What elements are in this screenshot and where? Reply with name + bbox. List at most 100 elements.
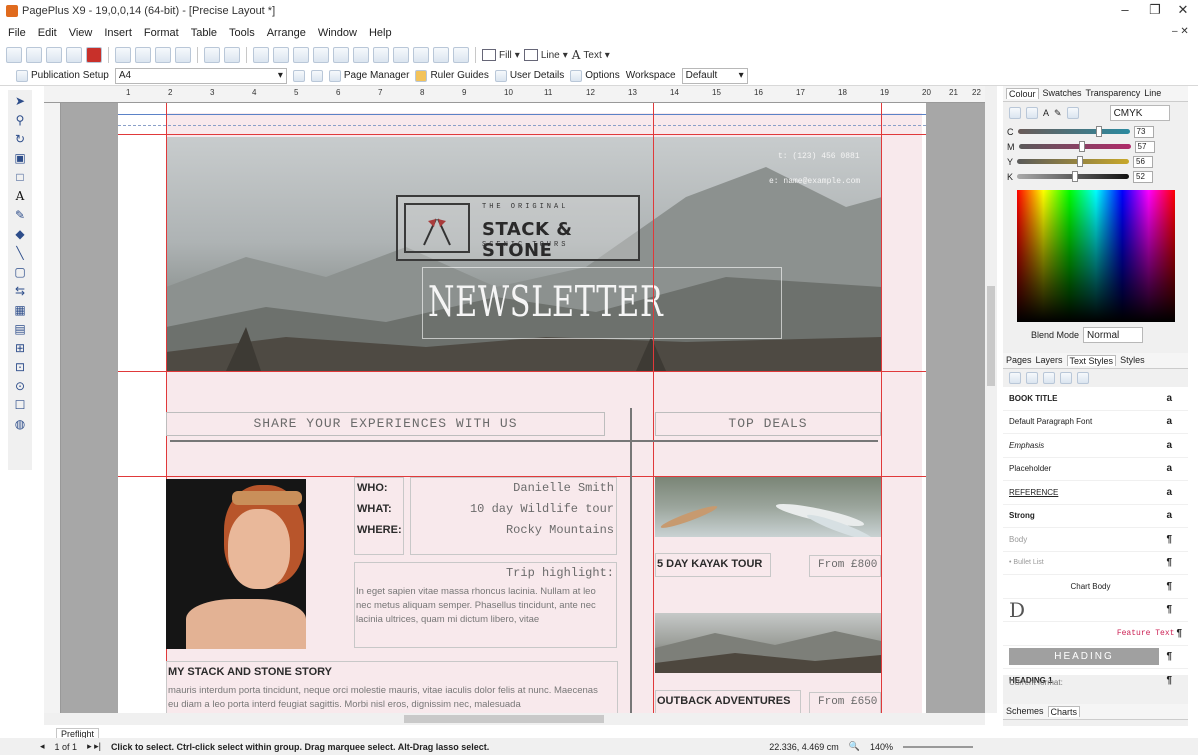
ruler-guides-button[interactable]: Ruler Guides [415,69,489,82]
menu-view[interactable]: View [69,27,93,39]
pdf-icon[interactable] [86,47,102,63]
eyedropper-icon[interactable]: ✎ [1054,108,1062,119]
rotate-tool-icon[interactable]: ↻ [11,131,29,147]
new-style-icon[interactable] [1009,372,1021,384]
picture-tool-icon[interactable]: ▤ [11,321,29,337]
menu-insert[interactable]: Insert [104,27,132,39]
style-item[interactable]: Chart Body ¶ [1003,575,1188,599]
options-button[interactable]: Options [570,69,620,82]
gallery-tool-icon[interactable]: ⊡ [11,359,29,375]
rotate-icon[interactable] [373,47,389,63]
line-control[interactable]: Line ▾ [523,49,568,61]
paste-icon[interactable] [155,47,171,63]
colour-model-select[interactable]: CMYK [1109,105,1170,121]
format-painter-icon[interactable] [175,47,191,63]
pen-tool-icon[interactable]: ✎ [11,207,29,223]
shape-tool-icon[interactable]: ▢ [11,264,29,280]
print-icon[interactable] [66,47,82,63]
crop-icon[interactable] [413,47,429,63]
forward-one-icon[interactable] [273,47,289,63]
channel-value-input[interactable]: 56 [1133,155,1154,168]
style-item[interactable]: HEADING ¶ [1003,646,1188,669]
slider-knob[interactable] [1079,141,1086,152]
tab-transparency[interactable]: Transparency [1086,88,1141,99]
next-page-icon[interactable]: ▸ ▸| [87,741,101,752]
style-item[interactable]: Default Paragraph Font a [1003,411,1188,434]
text-colour-icon[interactable]: A [1043,108,1049,118]
redo-icon[interactable] [224,47,240,63]
line-tool-icon[interactable]: ╲ [11,245,29,261]
clear-format-icon[interactable] [1077,372,1089,384]
blend-mode-select[interactable]: Normal [1083,327,1144,343]
swatch-icon[interactable] [1066,107,1079,119]
tab-charts[interactable]: Charts [1047,706,1081,717]
connector-tool-icon[interactable]: ⇆ [11,283,29,299]
fill-control[interactable]: Fill ▾ [482,49,520,61]
paper-size-select[interactable]: A4 ▾ [114,67,287,84]
cut-icon[interactable] [115,47,131,63]
zoom-icon[interactable]: 🔍 [849,741,860,752]
manage-styles-icon[interactable] [1043,372,1055,384]
bring-front-icon[interactable] [253,47,269,63]
horizontal-ruler[interactable]: 1 2 3 4 5 6 7 8 9 10 11 12 13 14 15 16 1… [44,86,987,103]
group-icon[interactable] [353,47,369,63]
vertical-scroll-thumb[interactable] [987,286,995,386]
text-control[interactable]: A Text ▾ [572,48,610,62]
channel-slider[interactable] [1017,171,1130,182]
undo-icon[interactable] [204,47,220,63]
frame-tool-icon[interactable]: □ [11,169,29,185]
line-mode-icon[interactable] [1026,107,1038,119]
send-back-icon[interactable] [313,47,329,63]
style-item[interactable]: Emphasis a [1003,434,1188,458]
tab-swatches[interactable]: Swatches [1043,88,1082,99]
user-details-button[interactable]: User Details [494,69,564,82]
fill-mode-icon[interactable] [1009,107,1021,119]
save-icon[interactable] [46,47,62,63]
text-tool-icon[interactable]: A [11,188,29,204]
edit-style-icon[interactable] [1026,372,1038,384]
document-close-icon[interactable]: – ✕ [1172,26,1189,37]
horizontal-scroll-thumb[interactable] [404,715,604,723]
tab-colour[interactable]: Colour [1006,88,1039,99]
minimize-button[interactable]: – [1110,2,1140,17]
lasso-tool-icon[interactable]: ⚲ [11,112,29,128]
menu-window[interactable]: Window [318,27,357,39]
channel-slider[interactable] [1018,141,1131,152]
channel-value-input[interactable]: 57 [1134,140,1155,153]
menu-file[interactable]: File [8,27,26,39]
restore-button[interactable]: ❐ [1140,2,1170,18]
menu-table[interactable]: Table [191,27,217,39]
channel-slider[interactable] [1017,126,1130,137]
tab-text-styles[interactable]: Text Styles [1066,355,1117,366]
first-page-icon[interactable]: ◂ [40,741,45,752]
tab-pages[interactable]: Pages [1006,355,1032,366]
menu-tools[interactable]: Tools [229,27,255,39]
show-preview-icon[interactable] [1060,372,1072,384]
layout-icon[interactable] [292,69,305,82]
tab-line[interactable]: Line [1144,88,1161,99]
zoom-slider[interactable] [903,745,974,748]
document-canvas[interactable]: t: (123) 456 0881 e: name@example.com TH… [61,103,985,713]
style-item[interactable]: Placeholder a [1003,458,1188,481]
frame-icon[interactable] [310,69,323,82]
table-icon[interactable] [433,47,449,63]
slider-knob[interactable] [1072,171,1079,182]
grid-icon[interactable] [453,47,469,63]
tab-layers[interactable]: Layers [1036,355,1063,366]
style-item[interactable]: REFERENCE a [1003,481,1188,505]
channel-slider[interactable] [1017,156,1130,167]
slider-knob[interactable] [1096,126,1103,137]
flip-icon[interactable] [393,47,409,63]
open-icon[interactable] [26,47,42,63]
vertical-ruler[interactable] [44,103,61,723]
workspace-select[interactable]: Default ▾ [681,67,748,84]
align-icon[interactable] [333,47,349,63]
fill-tool-icon[interactable]: ◆ [11,226,29,242]
pointer-tool-icon[interactable]: ➤ [11,93,29,109]
menu-edit[interactable]: Edit [38,27,57,39]
page-manager-button[interactable]: Page Manager [328,69,409,82]
link-tool-icon[interactable]: ⊞ [11,340,29,356]
style-item[interactable]: Strong a [1003,505,1188,528]
hotspot-tool-icon[interactable]: ⊙ [11,378,29,394]
channel-value-input[interactable]: 73 [1133,125,1154,138]
